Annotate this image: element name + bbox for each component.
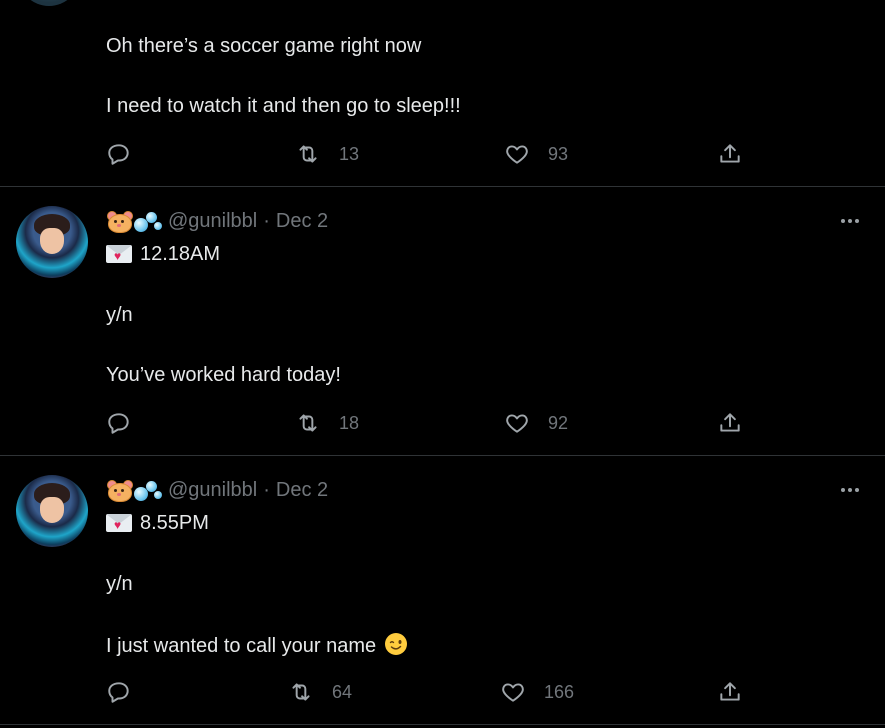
retweet-count: 64 (332, 681, 353, 702)
reply-icon (108, 144, 129, 165)
tweet-header: @gunilbbl · Dec 2 (106, 477, 328, 503)
like-button[interactable]: 166 (500, 677, 574, 707)
reply-button[interactable] (106, 139, 132, 169)
bubbles-emoji (134, 210, 162, 232)
tweet-divider (0, 455, 885, 456)
love-letter-emoji: ♥ (106, 245, 132, 263)
heart-icon (506, 414, 528, 433)
tweet-text-line-with-emoji: I just wanted to call your name (106, 632, 408, 658)
reply-icon (108, 413, 129, 434)
tweet-date[interactable]: Dec 2 (276, 479, 328, 502)
avatar-partial[interactable] (18, 0, 80, 6)
retweet-button[interactable]: 64 (288, 677, 352, 707)
tweet-date[interactable]: Dec 2 (276, 210, 328, 233)
share-button[interactable] (717, 408, 743, 438)
retweet-icon (292, 683, 310, 701)
tweet-time-text: 12.18AM (140, 242, 221, 265)
share-button[interactable] (717, 139, 743, 169)
hamster-emoji (106, 210, 133, 233)
tweet-divider (0, 724, 885, 725)
reply-icon (108, 682, 129, 703)
retweet-button[interactable]: 18 (295, 408, 359, 438)
avatar[interactable] (16, 206, 88, 278)
user-handle[interactable]: @gunilbbl (168, 210, 257, 233)
tweet-text: I just wanted to call your name (106, 635, 377, 657)
like-button[interactable]: 93 (504, 139, 568, 169)
retweet-icon (299, 414, 317, 432)
avatar-face (40, 497, 64, 523)
meta-separator: · (263, 209, 270, 232)
like-count: 93 (548, 143, 569, 164)
meta-separator: · (263, 478, 270, 501)
heart-icon (502, 683, 524, 702)
like-count: 92 (548, 412, 569, 433)
heart-icon (506, 145, 528, 164)
share-icon (720, 413, 740, 432)
retweet-count: 18 (339, 412, 360, 433)
like-count: 166 (544, 681, 575, 702)
tweet-time-text: 8.55PM (140, 511, 209, 534)
more-options-icon[interactable] (838, 209, 862, 233)
more-options-icon[interactable] (838, 478, 862, 502)
share-icon (720, 144, 740, 163)
tweet-text-line: Oh there’s a soccer game right now (106, 35, 422, 57)
user-handle[interactable]: @gunilbbl (168, 479, 257, 502)
winking-face-emoji (385, 633, 408, 655)
share-button[interactable] (717, 677, 743, 707)
reply-button[interactable] (106, 408, 132, 438)
tweet-text-line: I need to watch it and then go to sleep!… (106, 95, 461, 117)
avatar-face (40, 228, 64, 254)
love-letter-emoji: ♥ (106, 514, 132, 532)
tweet-text-line: You’ve worked hard today! (106, 364, 341, 386)
avatar[interactable] (16, 475, 88, 547)
bubbles-emoji (134, 479, 162, 501)
hamster-emoji (106, 479, 133, 502)
like-button[interactable]: 92 (504, 408, 568, 438)
tweet-divider (0, 186, 885, 187)
retweet-count: 13 (339, 143, 360, 164)
retweet-icon (299, 145, 317, 163)
retweet-button[interactable]: 13 (295, 139, 359, 169)
envelope-row: ♥ 12.18AM (106, 241, 220, 267)
reply-button[interactable] (106, 677, 132, 707)
share-icon (720, 682, 740, 701)
tweet-text-line: y/n (106, 573, 133, 595)
envelope-row: ♥ 8.55PM (106, 510, 209, 536)
tweet-text-line: y/n (106, 304, 133, 326)
tweet-header: @gunilbbl · Dec 2 (106, 208, 328, 234)
